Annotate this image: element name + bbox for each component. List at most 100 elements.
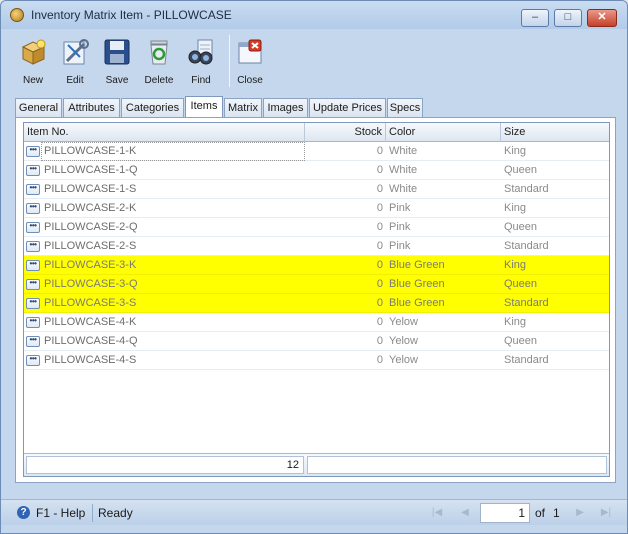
cell-stock[interactable]: 0 <box>305 294 386 313</box>
cell-stock[interactable]: 0 <box>305 351 386 370</box>
table-row[interactable]: ••• PILLOWCASE-3-K 0 Blue Green King <box>24 256 609 275</box>
table-row[interactable]: ••• PILLOWCASE-1-Q 0 White Queen <box>24 161 609 180</box>
cell-size[interactable]: Standard <box>501 351 609 370</box>
cell-stock[interactable]: 0 <box>305 332 386 351</box>
tab-categories[interactable]: Categories <box>121 98 184 118</box>
cell-color[interactable]: Yelow <box>386 313 501 332</box>
cell-size[interactable]: Queen <box>501 332 609 351</box>
cell-item[interactable]: PILLOWCASE-4-Q <box>41 332 305 351</box>
cell-item[interactable]: PILLOWCASE-4-S <box>41 351 305 370</box>
row-ellipsis-icon[interactable]: ••• <box>26 279 40 290</box>
row-ellipsis-icon[interactable]: ••• <box>26 184 40 195</box>
cell-color[interactable]: White <box>386 180 501 199</box>
cell-color[interactable]: Blue Green <box>386 294 501 313</box>
cell-size[interactable]: King <box>501 199 609 218</box>
help-icon[interactable]: ? <box>17 506 30 519</box>
table-row[interactable]: ••• PILLOWCASE-1-K 0 White King <box>24 142 609 161</box>
cell-item[interactable]: PILLOWCASE-2-Q <box>41 218 305 237</box>
cell-size[interactable]: Standard <box>501 180 609 199</box>
row-ellipsis-icon[interactable]: ••• <box>26 336 40 347</box>
cell-size[interactable]: Queen <box>501 275 609 294</box>
tab-general[interactable]: General <box>15 98 62 118</box>
row-ellipsis-icon[interactable]: ••• <box>26 146 40 157</box>
cell-stock[interactable]: 0 <box>305 199 386 218</box>
cell-color[interactable]: Pink <box>386 218 501 237</box>
table-row[interactable]: ••• PILLOWCASE-4-Q 0 Yelow Queen <box>24 332 609 351</box>
row-ellipsis-icon[interactable]: ••• <box>26 203 40 214</box>
cell-item[interactable]: PILLOWCASE-1-Q <box>41 161 305 180</box>
minimize-button[interactable]: – <box>521 9 549 27</box>
cell-stock[interactable]: 0 <box>305 142 386 161</box>
delete-button[interactable]: Delete <box>139 32 179 90</box>
table-row[interactable]: ••• PILLOWCASE-1-S 0 White Standard <box>24 180 609 199</box>
first-page-icon[interactable]: |◀ <box>429 506 445 520</box>
column-header-stock[interactable]: Stock <box>305 123 386 142</box>
table-row[interactable]: ••• PILLOWCASE-2-Q 0 Pink Queen <box>24 218 609 237</box>
tab-items[interactable]: Items <box>185 96 223 118</box>
cell-size[interactable]: King <box>501 256 609 275</box>
cell-size[interactable]: King <box>501 142 609 161</box>
cell-color[interactable]: Blue Green <box>386 275 501 294</box>
cell-stock[interactable]: 0 <box>305 275 386 294</box>
save-button[interactable]: Save <box>97 32 137 90</box>
tab-images[interactable]: Images <box>263 98 308 118</box>
row-ellipsis-icon[interactable]: ••• <box>26 260 40 271</box>
cell-size[interactable]: King <box>501 313 609 332</box>
last-page-icon[interactable]: ▶| <box>598 506 614 520</box>
cell-item[interactable]: PILLOWCASE-3-S <box>41 294 305 313</box>
row-ellipsis-icon[interactable]: ••• <box>26 165 40 176</box>
previous-page-icon[interactable]: ◀ <box>457 506 473 520</box>
table-row[interactable]: ••• PILLOWCASE-2-K 0 Pink King <box>24 199 609 218</box>
maximize-button[interactable]: □ <box>554 9 582 27</box>
table-row[interactable]: ••• PILLOWCASE-2-S 0 Pink Standard <box>24 237 609 256</box>
cell-item[interactable]: PILLOWCASE-2-K <box>41 199 305 218</box>
edit-button[interactable]: Edit <box>55 32 95 90</box>
close-button[interactable]: Close <box>230 32 270 90</box>
find-button[interactable]: Find <box>181 32 221 90</box>
cell-color[interactable]: Pink <box>386 237 501 256</box>
cell-color[interactable]: Blue Green <box>386 256 501 275</box>
cell-stock[interactable]: 0 <box>305 256 386 275</box>
row-ellipsis-icon[interactable]: ••• <box>26 298 40 309</box>
cell-stock[interactable]: 0 <box>305 218 386 237</box>
table-row[interactable]: ••• PILLOWCASE-3-Q 0 Blue Green Queen <box>24 275 609 294</box>
cell-color[interactable]: White <box>386 161 501 180</box>
row-ellipsis-icon[interactable]: ••• <box>26 222 40 233</box>
help-label[interactable]: F1 - Help <box>36 506 85 520</box>
page-number-input[interactable]: 1 <box>480 503 530 523</box>
cell-size[interactable]: Queen <box>501 161 609 180</box>
tab-specs[interactable]: Specs <box>387 98 423 118</box>
cell-item[interactable]: PILLOWCASE-3-K <box>41 256 305 275</box>
column-header-color[interactable]: Color <box>386 123 501 142</box>
table-row[interactable]: ••• PILLOWCASE-3-S 0 Blue Green Standard <box>24 294 609 313</box>
close-window-button[interactable]: ✕ <box>587 9 617 27</box>
table-row[interactable]: ••• PILLOWCASE-4-K 0 Yelow King <box>24 313 609 332</box>
row-ellipsis-icon[interactable]: ••• <box>26 241 40 252</box>
cell-color[interactable]: Yelow <box>386 351 501 370</box>
table-row[interactable]: ••• PILLOWCASE-4-S 0 Yelow Standard <box>24 351 609 370</box>
cell-size[interactable]: Standard <box>501 294 609 313</box>
row-ellipsis-icon[interactable]: ••• <box>26 355 40 366</box>
cell-item[interactable]: PILLOWCASE-1-S <box>41 180 305 199</box>
cell-stock[interactable]: 0 <box>305 313 386 332</box>
cell-stock[interactable]: 0 <box>305 161 386 180</box>
column-header-size[interactable]: Size <box>501 123 609 142</box>
new-button[interactable]: New <box>13 32 53 90</box>
tab-attributes[interactable]: Attributes <box>63 98 120 118</box>
tab-update-prices[interactable]: Update Prices <box>309 98 386 118</box>
tab-matrix[interactable]: Matrix <box>224 98 262 118</box>
cell-color[interactable]: Yelow <box>386 332 501 351</box>
cell-item[interactable]: PILLOWCASE-1-K <box>41 142 305 161</box>
cell-size[interactable]: Standard <box>501 237 609 256</box>
cell-color[interactable]: Pink <box>386 199 501 218</box>
cell-size[interactable]: Queen <box>501 218 609 237</box>
cell-item[interactable]: PILLOWCASE-2-S <box>41 237 305 256</box>
cell-item[interactable]: PILLOWCASE-4-K <box>41 313 305 332</box>
row-ellipsis-icon[interactable]: ••• <box>26 317 40 328</box>
cell-stock[interactable]: 0 <box>305 237 386 256</box>
column-header-item-no[interactable]: Item No. <box>24 123 305 142</box>
cell-item[interactable]: PILLOWCASE-3-Q <box>41 275 305 294</box>
cell-stock[interactable]: 0 <box>305 180 386 199</box>
next-page-icon[interactable]: ▶ <box>572 506 588 520</box>
cell-color[interactable]: White <box>386 142 501 161</box>
